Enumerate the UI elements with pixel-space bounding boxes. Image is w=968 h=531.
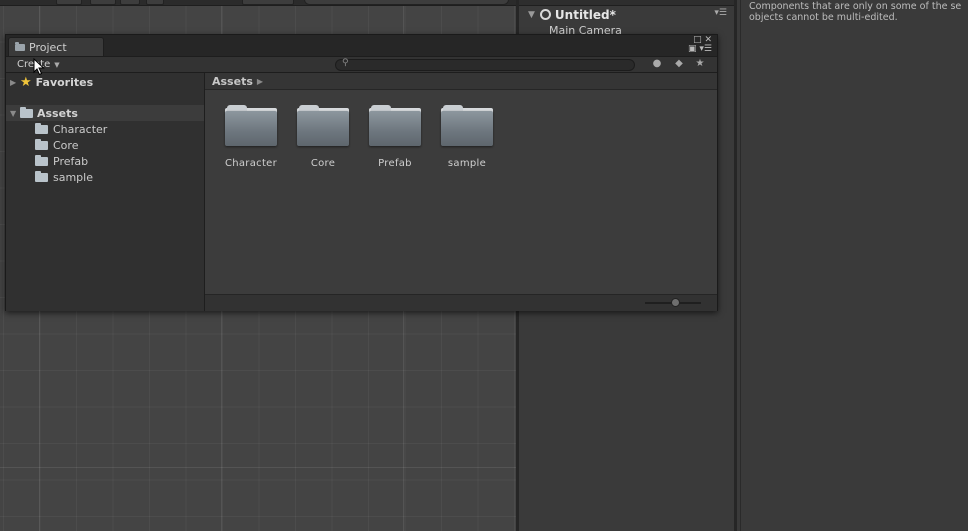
- breadcrumb: Assets ▶: [205, 73, 717, 90]
- expand-arrow-icon[interactable]: ▶: [10, 78, 20, 87]
- folder-icon: [297, 105, 349, 146]
- folder-icon: [225, 105, 277, 146]
- star-icon: ★: [20, 74, 32, 90]
- inspector-message: Components that are only on some of the …: [741, 0, 968, 23]
- scene-search-input[interactable]: [304, 0, 509, 5]
- grid-line: [0, 467, 516, 468]
- asset-folder-prefab[interactable]: Prefab: [359, 105, 431, 169]
- tree-item-label: sample: [53, 170, 93, 184]
- collapse-arrow-icon[interactable]: ▼: [10, 109, 20, 118]
- tree-item-label: Core: [53, 138, 79, 152]
- expand-arrow-icon[interactable]: ▼: [528, 10, 535, 20]
- asset-name: Character: [224, 158, 278, 169]
- asset-folder-core[interactable]: Core: [287, 105, 359, 169]
- mouse-cursor-icon: [33, 58, 45, 76]
- folder-icon: [35, 170, 48, 182]
- scene-name: Untitled*: [554, 7, 616, 22]
- folder-icon: [15, 41, 25, 51]
- folder-icon: [35, 154, 48, 166]
- project-tree: ▶ ★ Favorites ▼ Assets Character Core Pr…: [6, 73, 205, 311]
- search-input[interactable]: ⚲: [335, 58, 635, 71]
- menu-icon[interactable]: ▾☰: [714, 8, 727, 18]
- inspector-panel: Components that are only on some of the …: [740, 0, 968, 531]
- asset-name: Core: [310, 158, 336, 169]
- inspector-message-line: Components that are only on some of the …: [749, 1, 962, 12]
- project-window: Project □ ✕ ▣ ▾☰ Create▼ ⚲ ● ◆ ★ ▶ ★ Fav…: [5, 34, 718, 311]
- asset-folder-sample[interactable]: sample: [431, 105, 503, 169]
- asset-name: Prefab: [378, 158, 412, 169]
- filter-by-type-icon[interactable]: ●: [648, 58, 666, 69]
- project-toolbar: Create▼ ⚲ ● ◆ ★: [6, 56, 717, 73]
- folder-icon: [369, 105, 421, 146]
- scene-toolbar-button[interactable]: [120, 0, 140, 5]
- scene-toolbar-button[interactable]: [90, 0, 116, 5]
- favorite-search-icon[interactable]: ★: [691, 58, 709, 69]
- favorites-label: Favorites: [35, 75, 94, 89]
- dropdown-caret-icon: ▼: [54, 61, 60, 69]
- tree-item-character[interactable]: Character: [6, 121, 204, 137]
- tree-item-prefab[interactable]: Prefab: [6, 153, 204, 169]
- scene-toolbar-button[interactable]: [146, 0, 164, 5]
- breadcrumb-arrow-icon: ▶: [256, 76, 264, 86]
- unity-scene-icon: [539, 9, 551, 20]
- filter-by-label-icon[interactable]: ◆: [670, 58, 688, 69]
- tree-item-core[interactable]: Core: [6, 137, 204, 153]
- asset-folder-character[interactable]: Character: [215, 105, 287, 169]
- folder-icon: [35, 122, 48, 134]
- tree-item-label: Character: [53, 122, 108, 136]
- window-controls: □ ✕ ▣ ▾☰: [688, 36, 712, 54]
- menu-icon[interactable]: ▾☰: [699, 44, 712, 54]
- tree-item-favorites[interactable]: ▶ ★ Favorites: [6, 74, 204, 90]
- gizmos-button[interactable]: [242, 0, 294, 5]
- tree-item-label: Prefab: [53, 154, 89, 168]
- asset-name: sample: [447, 158, 487, 169]
- zoom-slider-handle[interactable]: [671, 298, 680, 307]
- tree-item-assets[interactable]: ▼ Assets: [6, 105, 204, 121]
- breadcrumb-item[interactable]: Assets: [212, 75, 253, 88]
- tab-project[interactable]: Project: [8, 37, 104, 56]
- scene-row[interactable]: ▼ Untitled* ▾☰: [522, 6, 731, 23]
- folder-icon: [35, 138, 48, 150]
- folder-icon: [441, 105, 493, 146]
- search-icon: ⚲: [342, 58, 349, 68]
- tab-label: Project: [29, 40, 67, 54]
- asset-grid-pane: Assets ▶ Character Core Prefab sample: [205, 73, 717, 311]
- tree-item-sample[interactable]: sample: [6, 169, 204, 185]
- scene-toolbar-button[interactable]: [56, 0, 82, 5]
- project-tabbar: Project □ ✕ ▣ ▾☰: [6, 35, 717, 56]
- project-status-bar: [205, 294, 717, 311]
- lock-icon[interactable]: ▣: [688, 44, 697, 54]
- assets-label: Assets: [37, 106, 78, 120]
- folder-icon: [20, 106, 33, 118]
- scene-toolbar: [0, 0, 516, 6]
- inspector-message-line: objects cannot be multi-edited.: [749, 12, 898, 23]
